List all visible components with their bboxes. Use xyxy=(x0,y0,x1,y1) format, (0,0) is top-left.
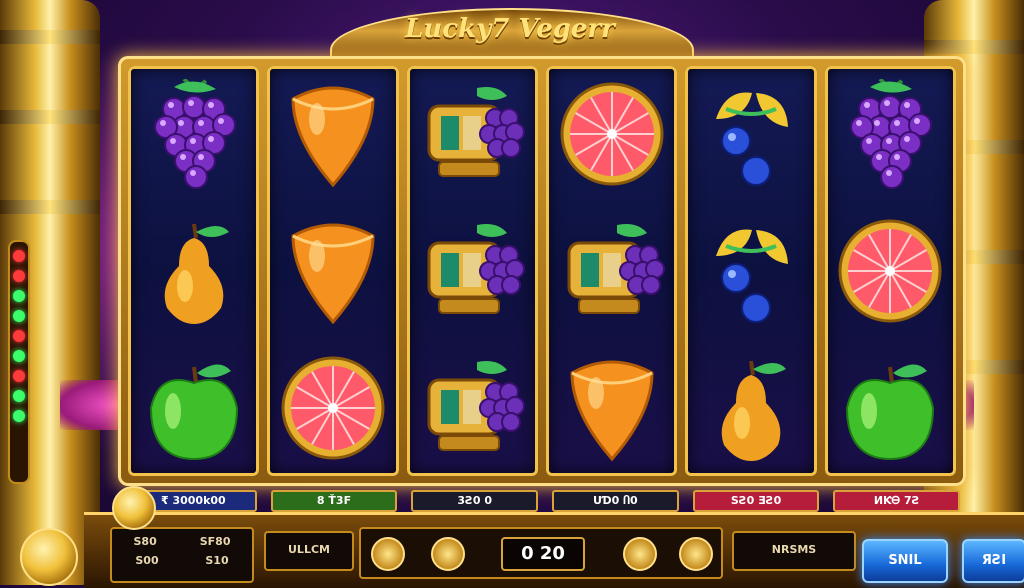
win-value: S10 xyxy=(205,554,229,567)
gold-coin-icon xyxy=(20,528,78,586)
bet-selector: 0 20 xyxy=(359,527,723,579)
slot-machine-grapes-symbol xyxy=(407,203,538,340)
lemon-blueberry-symbol xyxy=(685,66,816,203)
control-console: S80 SF80 S00 S10 ULLCM 0 20 NRSMS SNIL Я… xyxy=(84,512,1024,588)
apple-symbol xyxy=(825,339,956,476)
win-value: SF80 xyxy=(199,535,231,548)
slot-machine-grapes-symbol xyxy=(407,66,538,203)
reel-5 xyxy=(685,66,817,476)
stake-display: ИƘᎾ 7Ƨ xyxy=(833,490,961,512)
grapefruit-symbol xyxy=(267,339,398,476)
reel-frame xyxy=(118,56,966,486)
spin-button[interactable]: SNIL xyxy=(862,539,948,583)
win-value: S00 xyxy=(135,554,159,567)
stake-bar: ₹ 3000k00 8 Ť3Ϝ 3Ƨ0 0 UƊ0 Ⴖ0 SƧ0 ƎƧ0 ИƘᎾ… xyxy=(130,490,961,512)
orange-symbol xyxy=(267,203,398,340)
grapes-symbol xyxy=(825,66,956,203)
reels-area xyxy=(128,66,956,476)
coin-select-button[interactable] xyxy=(431,537,465,571)
pear-symbol xyxy=(128,203,259,340)
slot-machine-grapes-symbol xyxy=(407,339,538,476)
coin-minus-button[interactable] xyxy=(371,537,405,571)
stake-display: UƊ0 Ⴖ0 xyxy=(552,490,679,512)
reel-2 xyxy=(267,66,399,476)
pear-symbol xyxy=(685,339,816,476)
bet-amount: 0 20 xyxy=(501,537,585,571)
coin-max-button[interactable] xyxy=(679,537,713,571)
grapes-symbol xyxy=(128,66,259,203)
win-value: S80 xyxy=(133,535,157,548)
lemon-blueberry-symbol xyxy=(685,203,816,340)
grapefruit-symbol xyxy=(546,66,677,203)
left-gold-pillar xyxy=(0,0,100,585)
apple-symbol xyxy=(128,339,259,476)
reel-6 xyxy=(824,66,956,476)
reel-3 xyxy=(406,66,538,476)
stake-display: 8 Ť3Ϝ xyxy=(270,490,398,512)
gold-coin-icon xyxy=(112,486,156,530)
orange-symbol xyxy=(267,66,398,203)
orange-symbol xyxy=(546,339,677,476)
reel-4 xyxy=(545,66,678,476)
game-logo: Lucky7 Vegerr xyxy=(405,14,615,44)
bet-button[interactable]: ЯƧI xyxy=(962,539,1024,583)
stake-display: SƧ0 ƎƧ0 xyxy=(692,490,820,512)
slot-machine-grapes-symbol xyxy=(546,203,677,340)
win-panel: S80 SF80 S00 S10 xyxy=(110,527,254,583)
reel-1 xyxy=(128,66,260,476)
indicator-lights xyxy=(8,240,30,484)
info-panel: NRSMS xyxy=(732,531,856,571)
grapefruit-symbol xyxy=(825,203,956,340)
coin-plus-button[interactable] xyxy=(623,537,657,571)
stake-display: 3Ƨ0 0 xyxy=(411,490,539,512)
balance-panel: ULLCM xyxy=(264,531,354,571)
